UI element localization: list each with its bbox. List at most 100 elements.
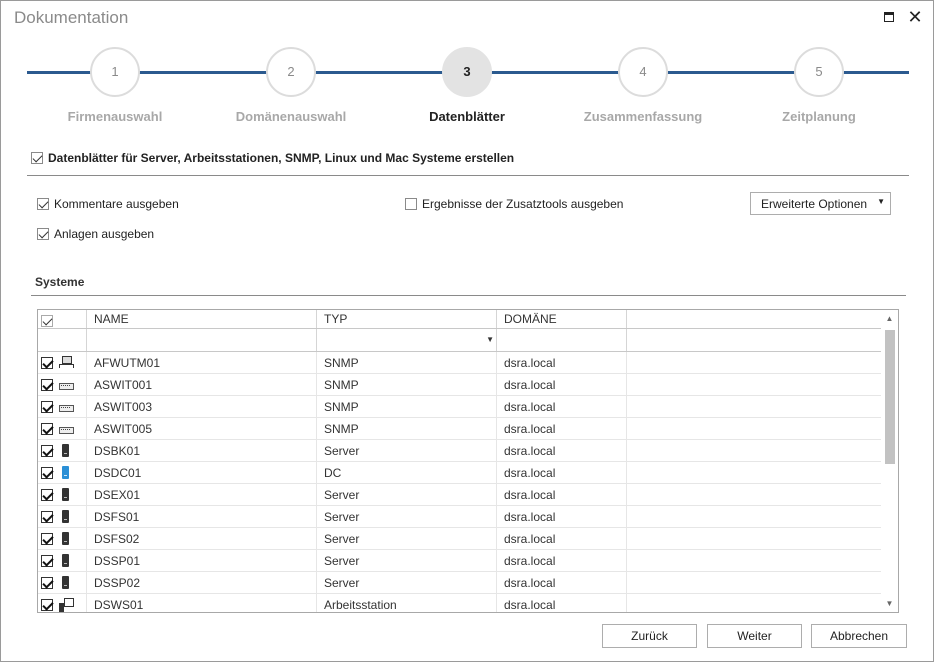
main-option-checkbox[interactable] xyxy=(31,152,43,164)
cell-domain: dsra.local xyxy=(497,528,627,549)
row-checkbox[interactable] xyxy=(41,510,53,523)
row-select-cell xyxy=(38,484,87,505)
tools-checkbox[interactable] xyxy=(405,198,417,210)
cell-type: SNMP xyxy=(317,396,497,417)
table-row[interactable]: DSWS01 Arbeitsstation dsra.local xyxy=(38,594,882,612)
filter-type-select[interactable]: ▼ xyxy=(317,329,497,351)
row-checkbox[interactable] xyxy=(41,466,53,479)
scrollbar-thumb[interactable] xyxy=(885,330,895,464)
row-checkbox[interactable] xyxy=(41,378,53,391)
cell-type: SNMP xyxy=(317,418,497,439)
row-checkbox[interactable] xyxy=(41,488,53,501)
main-option-divider xyxy=(27,175,909,176)
row-checkbox[interactable] xyxy=(41,422,53,435)
row-select-cell xyxy=(38,594,87,612)
filter-name-input[interactable] xyxy=(87,329,317,351)
cell-name: ASWIT001 xyxy=(87,374,317,395)
column-header-domain[interactable]: DOMÄNE xyxy=(497,310,627,328)
cell-type: Server xyxy=(317,528,497,549)
cell-name: DSWS01 xyxy=(87,594,317,612)
row-select-cell xyxy=(38,396,87,417)
table-row[interactable]: DSEX01 Server dsra.local xyxy=(38,484,882,506)
select-all-checkbox[interactable] xyxy=(41,314,53,327)
step-4-label: Zusammenfassung xyxy=(583,109,703,124)
table-row[interactable]: AFWUTM01 SNMP dsra.local xyxy=(38,352,882,374)
attachments-label: Anlagen ausgeben xyxy=(54,227,155,241)
table-row[interactable]: DSSP01 Server dsra.local xyxy=(38,550,882,572)
column-header-type[interactable]: TYP xyxy=(317,310,497,328)
cell-domain: dsra.local xyxy=(497,572,627,593)
row-checkbox[interactable] xyxy=(41,444,53,457)
cell-empty xyxy=(627,572,882,593)
cancel-button[interactable]: Abbrechen xyxy=(811,624,907,648)
cell-type: SNMP xyxy=(317,374,497,395)
cell-domain: dsra.local xyxy=(497,484,627,505)
table-row[interactable]: ASWIT003 SNMP dsra.local xyxy=(38,396,882,418)
table-row[interactable]: DSBK01 Server dsra.local xyxy=(38,440,882,462)
step-4-circle[interactable]: 4 xyxy=(618,47,668,97)
main-option-row: Datenblätter für Server, Arbeitsstatione… xyxy=(31,151,514,165)
table-row[interactable]: ASWIT005 SNMP dsra.local xyxy=(38,418,882,440)
attachments-option[interactable]: Anlagen ausgeben xyxy=(37,227,154,241)
comments-checkbox[interactable] xyxy=(37,198,49,210)
step-2-circle[interactable]: 2 xyxy=(266,47,316,97)
server-icon xyxy=(59,553,71,568)
cell-domain: dsra.local xyxy=(497,550,627,571)
systems-title: Systeme xyxy=(35,275,85,289)
close-button[interactable]: ✕ xyxy=(905,7,925,27)
table-row[interactable]: ASWIT001 SNMP dsra.local xyxy=(38,374,882,396)
filter-cell-empty xyxy=(627,329,882,351)
cell-name: DSEX01 xyxy=(87,484,317,505)
step-5-circle[interactable]: 5 xyxy=(794,47,844,97)
cell-type: Server xyxy=(317,572,497,593)
row-select-cell xyxy=(38,374,87,395)
filter-domain-input[interactable] xyxy=(497,329,627,351)
workstation-icon xyxy=(59,597,74,612)
next-button[interactable]: Weiter xyxy=(707,624,802,648)
comments-option[interactable]: Kommentare ausgeben xyxy=(37,197,179,211)
cell-name: ASWIT005 xyxy=(87,418,317,439)
table-row[interactable]: DSFS01 Server dsra.local xyxy=(38,506,882,528)
chevron-down-icon: ▼ xyxy=(486,335,494,344)
cell-empty xyxy=(627,484,882,505)
vertical-scrollbar[interactable]: ▲ ▼ xyxy=(881,310,898,612)
scroll-up-icon[interactable]: ▲ xyxy=(881,310,898,327)
server-icon xyxy=(59,443,71,458)
row-checkbox[interactable] xyxy=(41,554,53,567)
table-row[interactable]: DSFS02 Server dsra.local xyxy=(38,528,882,550)
cell-name: DSSP02 xyxy=(87,572,317,593)
cell-empty xyxy=(627,550,882,571)
step-1-circle[interactable]: 1 xyxy=(90,47,140,97)
cell-empty xyxy=(627,418,882,439)
row-checkbox[interactable] xyxy=(41,576,53,589)
cell-type: Server xyxy=(317,484,497,505)
cell-domain: dsra.local xyxy=(497,506,627,527)
cell-type: Arbeitsstation xyxy=(317,594,497,612)
cell-domain: dsra.local xyxy=(497,440,627,461)
back-button[interactable]: Zurück xyxy=(602,624,697,648)
maximize-icon xyxy=(884,11,894,22)
scroll-down-icon[interactable]: ▼ xyxy=(881,595,898,612)
cell-name: AFWUTM01 xyxy=(87,352,317,373)
tools-option[interactable]: Ergebnisse der Zusatztools ausgeben xyxy=(405,197,623,211)
maximize-button[interactable] xyxy=(879,7,899,27)
row-checkbox[interactable] xyxy=(41,532,53,545)
row-checkbox[interactable] xyxy=(41,356,53,369)
step-3-circle[interactable]: 3 xyxy=(442,47,492,97)
switch-icon xyxy=(59,378,74,392)
step-5-label: Zeitplanung xyxy=(782,109,856,124)
cell-empty xyxy=(627,594,882,612)
row-checkbox[interactable] xyxy=(41,400,53,413)
select-all-cell[interactable] xyxy=(38,310,87,328)
table-row[interactable]: DSDC01 DC dsra.local xyxy=(38,462,882,484)
table-row[interactable]: DSSP02 Server dsra.local xyxy=(38,572,882,594)
advanced-options-button[interactable]: Erweiterte Optionen ▼ xyxy=(750,192,891,215)
column-header-name[interactable]: NAME xyxy=(87,310,317,328)
cell-empty xyxy=(627,352,882,373)
cell-empty xyxy=(627,506,882,527)
switch-icon xyxy=(59,422,74,436)
row-checkbox[interactable] xyxy=(41,598,53,611)
step-3-label: Datenblätter xyxy=(429,109,505,124)
attachments-checkbox[interactable] xyxy=(37,228,49,240)
dialog-window: Dokumentation ✕ 1 Firmenauswahl 2 Domänenau… xyxy=(0,0,934,662)
